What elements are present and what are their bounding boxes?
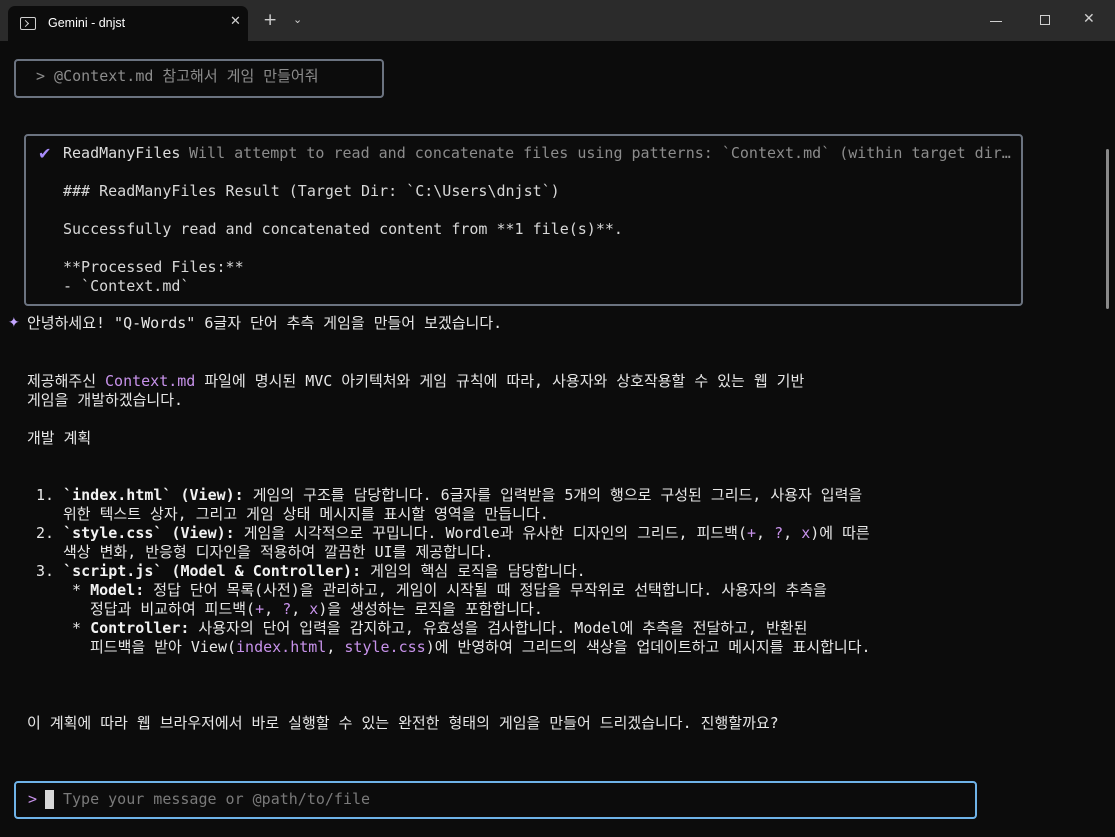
check-icon: ✔ [38,144,52,163]
response-closing: 이 계획에 따라 웹 브라우저에서 바로 실행할 수 있는 완전한 형태의 게임… [27,714,779,732]
tool-result-heading: ### ReadManyFiles Result (Target Dir: `C… [63,182,560,200]
plan-item-2: 2. `style.css` (View): 게임을 시각적으로 꾸밉니다. W… [36,524,870,542]
plan-item-1: 1. `index.html` (View): 게임의 구조를 담당합니다. 6… [36,486,863,504]
tab-title: Gemini - dnjst [48,16,126,30]
plan-subitem-controller-cont: 피드백을 받아 View(index.html, style.css)에 반영하… [90,638,871,656]
response-intro-line-2: 게임을 개발하겠습니다. [27,391,184,409]
plan-item-1-cont: 위한 텍스트 상자, 그리고 게임 상태 메시지를 표시할 영역을 만듭니다. [63,505,549,523]
gemini-spark-icon: ✦ [8,315,20,331]
scrollbar-thumb[interactable] [1106,149,1109,309]
response-greeting: 안녕하세요! "Q-Words" 6글자 단어 추측 게임을 만들어 보겠습니다… [27,314,503,332]
plan-item-3: 3. `script.js` (Model & Controller): 게임의… [36,562,586,580]
tool-processed-heading: **Processed Files:** [63,258,244,276]
close-tab-icon[interactable]: ✕ [230,14,241,29]
tool-success-line: Successfully read and concatenated conte… [63,220,623,238]
input-prompt-caret: > [28,790,38,808]
plan-item-2-cont: 색상 변화, 반응형 디자인을 적용하여 깔끔한 UI를 제공합니다. [63,543,494,561]
plan-subitem-model: * Model: 정답 단어 목록(사전)을 관리하고, 게임이 시작될 때 정… [72,581,827,599]
user-prompt-text: > @Context.md 참고해서 게임 만들어줘 [36,67,319,85]
minimize-button[interactable] [990,21,1002,22]
plan-heading: 개발 계획 [27,429,92,447]
title-bar: Gemini - dnjst ✕ + ⌄ ✕ [0,0,1115,41]
new-tab-button[interactable]: + [263,12,277,29]
close-window-button[interactable]: ✕ [1083,12,1095,26]
tool-description: Will attempt to read and concatenate fil… [189,144,1014,162]
plan-subitem-model-cont: 정답과 비교하여 피드백(+, ?, x)을 생성하는 로직을 포함합니다. [90,600,543,618]
tab-gemini[interactable]: Gemini - dnjst ✕ [8,6,248,41]
response-intro-line-1: 제공해주신 Context.md 파일에 명시된 MVC 아키텍처와 게임 규칙… [27,372,805,390]
chevron-down-icon[interactable]: ⌄ [293,13,302,26]
maximize-button[interactable] [1040,15,1050,25]
tool-name: ReadManyFiles [63,144,181,162]
text-cursor [45,790,54,809]
tool-processed-item: - `Context.md` [63,277,190,295]
terminal-icon [20,17,36,30]
message-input-placeholder[interactable]: Type your message or @path/to/file [63,790,370,809]
plan-subitem-controller: * Controller: 사용자의 단어 입력을 감지하고, 유효성을 검사합… [72,619,808,637]
